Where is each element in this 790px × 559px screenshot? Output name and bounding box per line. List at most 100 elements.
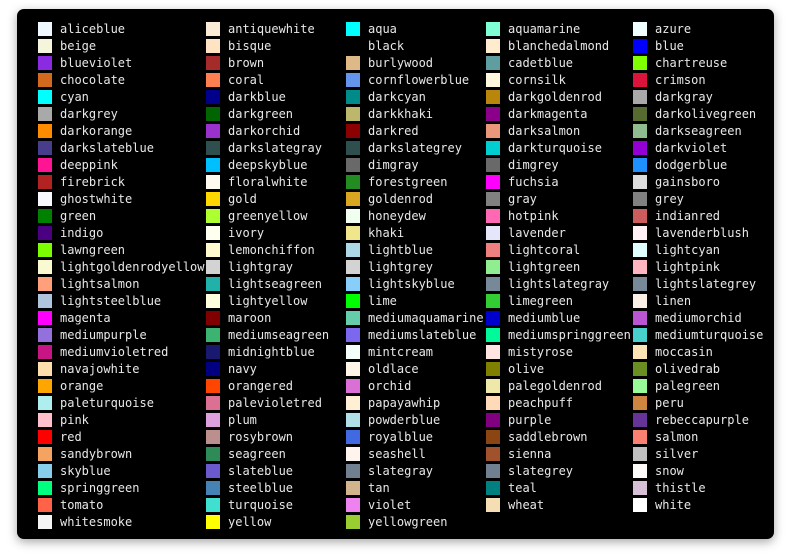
color-swatch (38, 209, 52, 223)
color-name: olivedrab (655, 362, 721, 376)
color-name: salmon (655, 430, 699, 444)
color-name: rosybrown (228, 430, 294, 444)
color-name: limegreen (508, 294, 574, 308)
color-name: hotpink (508, 209, 559, 223)
color-name: darkturquoise (508, 141, 602, 155)
color-swatch (346, 464, 360, 478)
color-name: aqua (368, 22, 397, 36)
color-name: darkslategrey (368, 141, 462, 155)
color-swatch (38, 73, 52, 87)
color-name: navy (228, 362, 257, 376)
color-swatch (486, 413, 500, 427)
color-swatch (38, 481, 52, 495)
color-swatch (206, 277, 220, 291)
color-swatch (206, 158, 220, 172)
color-swatch (346, 56, 360, 70)
color-name: navajowhite (60, 362, 140, 376)
color-swatch (206, 464, 220, 478)
color-name: palegreen (655, 379, 721, 393)
color-name: steelblue (228, 481, 294, 495)
color-swatch (206, 39, 220, 53)
color-name: tan (368, 481, 390, 495)
color-name: pink (60, 413, 89, 427)
color-swatch (206, 243, 220, 257)
color-swatch (206, 294, 220, 308)
color-name: violet (368, 498, 412, 512)
color-name: cyan (60, 90, 89, 104)
color-name: powderblue (368, 413, 441, 427)
color-swatch (486, 498, 500, 512)
color-name: seashell (368, 447, 426, 461)
color-swatch (633, 430, 647, 444)
color-name: khaki (368, 226, 405, 240)
color-swatch (206, 498, 220, 512)
color-name: lightblue (368, 243, 434, 257)
color-swatch (346, 243, 360, 257)
color-swatch (206, 515, 220, 529)
color-name: lemonchiffon (228, 243, 315, 257)
color-name: honeydew (368, 209, 426, 223)
color-swatch (633, 277, 647, 291)
color-name: darkseagreen (655, 124, 742, 138)
color-name: magenta (60, 311, 111, 325)
color-swatch (346, 430, 360, 444)
color-name: darkolivegreen (655, 107, 757, 121)
color-name: green (60, 209, 97, 223)
color-swatch (38, 447, 52, 461)
color-swatch (633, 345, 647, 359)
color-swatch (346, 515, 360, 529)
color-swatch (206, 379, 220, 393)
color-swatch (633, 209, 647, 223)
color-name: lightgoldenrodyellow (60, 260, 205, 274)
color-swatch (206, 90, 220, 104)
color-swatch (38, 124, 52, 138)
color-swatch (633, 107, 647, 121)
color-swatch (633, 39, 647, 53)
color-name: paleturquoise (60, 396, 154, 410)
color-name: darkkhaki (368, 107, 434, 121)
color-swatch (486, 379, 500, 393)
color-swatch (486, 345, 500, 359)
color-swatch (38, 379, 52, 393)
color-swatch (633, 481, 647, 495)
color-swatch (486, 141, 500, 155)
color-swatch (38, 39, 52, 53)
color-name: darkslateblue (60, 141, 154, 155)
color-swatch (633, 226, 647, 240)
color-name: mediumorchid (655, 311, 742, 325)
color-name: mediumblue (508, 311, 581, 325)
color-swatch (206, 73, 220, 87)
color-name: deeppink (60, 158, 118, 172)
color-name: burlywood (368, 56, 434, 70)
color-swatch (206, 311, 220, 325)
color-swatch (633, 90, 647, 104)
color-name: lightsteelblue (60, 294, 162, 308)
color-name: mediumseagreen (228, 328, 330, 342)
color-name: plum (228, 413, 257, 427)
color-name: floralwhite (228, 175, 308, 189)
color-name: orchid (368, 379, 412, 393)
color-swatch (38, 226, 52, 240)
color-swatch (346, 107, 360, 121)
color-name: saddlebrown (508, 430, 588, 444)
color-name: orangered (228, 379, 294, 393)
color-swatch (633, 175, 647, 189)
color-swatch (38, 260, 52, 274)
color-swatch (486, 39, 500, 53)
color-name: linen (655, 294, 692, 308)
terminal-window: aliceblue beige blueviolet chocolate cyan dar… (17, 9, 774, 539)
color-name: seagreen (228, 447, 286, 461)
color-name: sienna (508, 447, 552, 461)
color-swatch (206, 56, 220, 70)
color-swatch (206, 328, 220, 342)
color-name: gray (508, 192, 537, 206)
color-swatch (38, 175, 52, 189)
color-name: blanchedalmond (508, 39, 610, 53)
color-swatch (346, 294, 360, 308)
color-swatch (486, 243, 500, 257)
color-name: whitesmoke (60, 515, 133, 529)
color-swatch (486, 107, 500, 121)
color-swatch (346, 175, 360, 189)
color-name: sandybrown (60, 447, 133, 461)
color-name: deepskyblue (228, 158, 308, 172)
